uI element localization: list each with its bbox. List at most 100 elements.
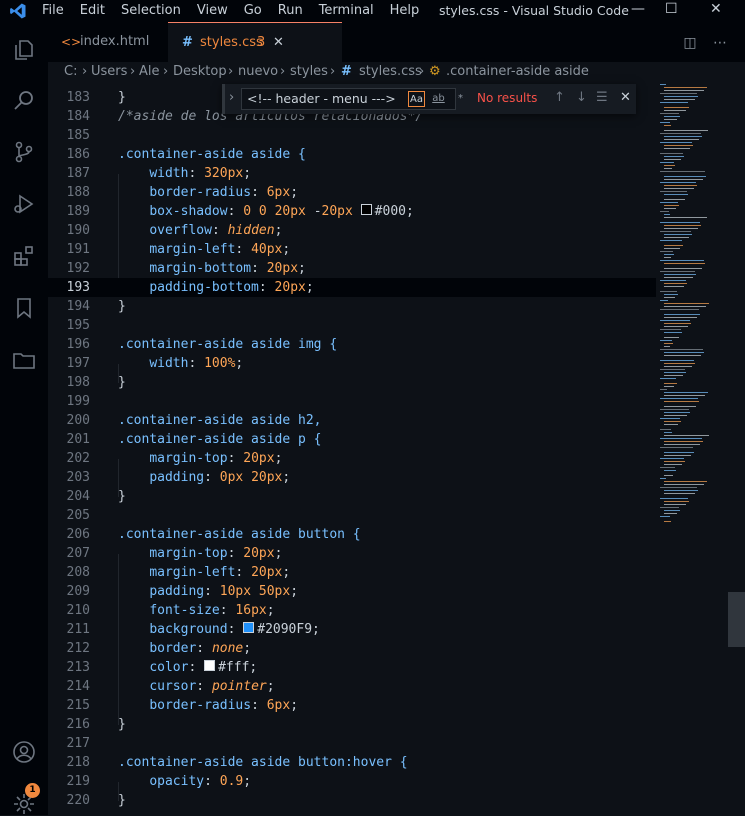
split-editor-icon[interactable]: ◫	[683, 35, 696, 51]
code-line[interactable]: 199	[48, 392, 656, 411]
minimap-line	[660, 487, 697, 488]
chevron-right-icon: ›	[82, 64, 88, 79]
code-line[interactable]: 204}	[48, 487, 656, 506]
code-line[interactable]: 190 overflow: hidden;	[48, 221, 656, 240]
code-line[interactable]: 189 box-shadow: 0 0 20px -20px #000;	[48, 202, 656, 221]
code-line[interactable]: 195	[48, 316, 656, 335]
minimize-icon[interactable]: —	[631, 1, 645, 17]
code-line[interactable]: 213 color: #fff;	[48, 658, 656, 677]
code-line[interactable]: 212 border: none;	[48, 639, 656, 658]
minimap-line	[664, 87, 707, 88]
breadcrumb: C: › Users › Ale › Desktop › nuevo › sty…	[48, 62, 745, 82]
more-actions-icon[interactable]: ⋯	[713, 35, 727, 51]
extensions-icon[interactable]	[12, 244, 36, 268]
tab-styles-css[interactable]: # styles.css 3 ✕	[168, 22, 342, 62]
code-line[interactable]: 210 font-size: 16px;	[48, 601, 656, 620]
menu-help[interactable]: Help	[390, 3, 420, 18]
code-editor[interactable]: 183} 184/*aside de los articulos relacion…	[48, 82, 656, 815]
minimap-line	[660, 507, 679, 508]
breadcrumb-item[interactable]: Desktop	[173, 62, 227, 82]
code-line[interactable]: 188 border-radius: 6px;	[48, 183, 656, 202]
code-line[interactable]: 219 opacity: 0.9;	[48, 772, 656, 791]
minimap-line	[660, 102, 688, 103]
menu-file[interactable]: File	[42, 3, 64, 18]
breadcrumb-item[interactable]: C:	[64, 62, 77, 82]
code-line[interactable]: 206 .container-aside aside button {	[48, 525, 656, 544]
menu-selection[interactable]: Selection	[121, 3, 181, 18]
breadcrumb-item[interactable]: Users	[91, 62, 127, 82]
chevron-right-icon[interactable]: ›	[229, 90, 234, 105]
minimap-line	[664, 386, 674, 387]
menu-view[interactable]: View	[197, 3, 228, 18]
source-control-icon[interactable]	[12, 140, 36, 164]
code-line[interactable]: 214 cursor: pointer;	[48, 677, 656, 696]
code-line[interactable]: 215 border-radius: 6px;	[48, 696, 656, 715]
breadcrumb-item[interactable]: styles.css	[359, 62, 422, 82]
menu-run[interactable]: Run	[278, 3, 303, 18]
code-line[interactable]: 191 margin-left: 40px;	[48, 240, 656, 259]
maximize-icon[interactable]: ☐	[665, 1, 678, 17]
line-number: 200	[66, 413, 90, 428]
close-tab-icon[interactable]: ✕	[273, 23, 284, 63]
code-line[interactable]: 196 .container-aside aside img {	[48, 335, 656, 354]
problems-count-badge: 3	[257, 35, 266, 50]
bookmark-icon[interactable]	[12, 296, 36, 320]
code-line[interactable]: 211 background: #2090F9;	[48, 620, 656, 639]
code-line[interactable]: 207 margin-top: 20px;	[48, 544, 656, 563]
previous-match-icon[interactable]: ↑	[554, 90, 565, 105]
minimap-line	[664, 317, 697, 318]
code-line[interactable]: 217	[48, 734, 656, 753]
menu-go[interactable]: Go	[244, 3, 262, 18]
code-line[interactable]: 186 .container-aside aside {	[48, 145, 656, 164]
menu-edit[interactable]: Edit	[80, 3, 105, 18]
code-line[interactable]: 202 margin-top: 20px;	[48, 449, 656, 468]
line-number: 218	[66, 755, 90, 770]
breadcrumb-item[interactable]: nuevo	[238, 62, 278, 82]
close-find-icon[interactable]: ✕	[620, 90, 631, 105]
breadcrumb-item[interactable]: styles	[290, 62, 328, 82]
breadcrumb-item[interactable]: Ale	[139, 62, 160, 82]
code-line[interactable]: 197 width: 100%;	[48, 354, 656, 373]
code-line[interactable]: 200 .container-aside aside h2,	[48, 411, 656, 430]
tab-index-html[interactable]: <> index.html	[48, 22, 168, 62]
code-line[interactable]: 192 margin-bottom: 20px;	[48, 259, 656, 278]
code-line[interactable]: 218 .container-aside aside button:hover {	[48, 753, 656, 772]
minimap-line	[664, 125, 671, 126]
line-number: 209	[66, 584, 90, 599]
run-debug-icon[interactable]	[12, 192, 36, 216]
code-text: margin-left: 40px;	[149, 242, 291, 257]
code-text: margin-top: 20px;	[149, 546, 283, 561]
code-line[interactable]: 201 .container-aside aside p {	[48, 430, 656, 449]
code-line[interactable]: 194}	[48, 297, 656, 316]
code-text: overflow: hidden;	[149, 223, 283, 238]
code-line[interactable]: 185	[48, 126, 656, 145]
code-line[interactable]: 220}	[48, 791, 656, 810]
folder-icon[interactable]	[12, 348, 36, 372]
find-in-selection-icon[interactable]: ☰	[596, 90, 608, 105]
close-window-icon[interactable]: ✕	[710, 1, 722, 17]
code-line[interactable]: 216}	[48, 715, 656, 734]
minimap-line	[664, 337, 679, 338]
code-line[interactable]: 209 padding: 10px 50px;	[48, 582, 656, 601]
vertical-scrollbar[interactable]	[728, 82, 745, 815]
menu-terminal[interactable]: Terminal	[319, 3, 374, 18]
code-line[interactable]: 193 padding-bottom: 20px;	[48, 278, 656, 297]
match-case-toggle[interactable]: Aa	[408, 91, 425, 107]
code-line[interactable]: 205	[48, 506, 656, 525]
breadcrumb-item[interactable]: .container-aside aside	[446, 62, 589, 82]
code-line[interactable]: 208 margin-left: 20px;	[48, 563, 656, 582]
minimap-line	[664, 412, 690, 413]
minimap-line	[664, 481, 707, 482]
account-icon[interactable]	[12, 740, 36, 764]
match-whole-word-toggle[interactable]: ab	[430, 91, 447, 107]
use-regex-toggle[interactable]: *	[452, 91, 469, 107]
minimap-line	[660, 516, 670, 517]
search-icon[interactable]	[12, 88, 36, 112]
code-line[interactable]: 198}	[48, 373, 656, 392]
code-line[interactable]: 203 padding: 0px 20px;	[48, 468, 656, 487]
code-line[interactable]: 187 width: 320px;	[48, 164, 656, 183]
minimap[interactable]	[656, 82, 728, 815]
next-match-icon[interactable]: ↓	[576, 90, 587, 105]
scrollbar-thumb[interactable]	[728, 592, 745, 647]
explorer-icon[interactable]	[12, 38, 36, 62]
